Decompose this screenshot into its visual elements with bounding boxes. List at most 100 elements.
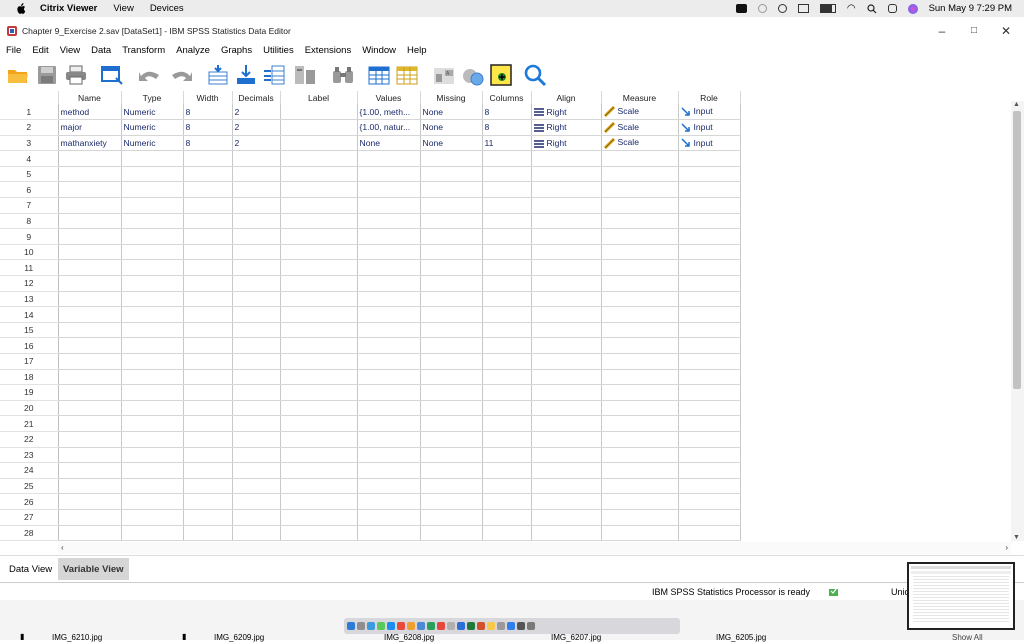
table-row[interactable]: 17 [0, 353, 741, 370]
empty-cell[interactable] [121, 291, 184, 308]
empty-cell[interactable] [531, 181, 602, 199]
scroll-right-icon[interactable]: › [1005, 543, 1008, 552]
scroll-up-icon[interactable]: ▲ [1013, 101, 1020, 108]
empty-cell[interactable] [482, 384, 532, 401]
notes-icon[interactable] [407, 622, 415, 630]
empty-cell[interactable] [183, 259, 233, 277]
cell-width[interactable]: 8 [183, 135, 233, 152]
empty-cell[interactable] [678, 415, 741, 432]
mac-menu-view[interactable]: View [113, 3, 133, 14]
cell-align[interactable]: Right [531, 104, 602, 121]
empty-cell[interactable] [531, 213, 602, 230]
empty-cell[interactable] [678, 478, 741, 495]
select-cases-icon[interactable] [489, 63, 513, 87]
empty-cell[interactable] [280, 181, 358, 199]
empty-cell[interactable] [232, 337, 281, 354]
table-row[interactable]: 19 [0, 384, 741, 401]
table-row[interactable]: 11 [0, 259, 741, 277]
vertical-scroll-thumb[interactable] [1013, 111, 1021, 389]
column-header-columns[interactable]: Columns [482, 91, 532, 104]
empty-cell[interactable] [678, 369, 741, 386]
row-number[interactable]: 3 [0, 135, 59, 152]
empty-cell[interactable] [232, 493, 281, 510]
table-row[interactable]: 16 [0, 337, 741, 354]
goto-case-icon[interactable] [206, 63, 230, 87]
row-number[interactable]: 15 [0, 322, 59, 339]
empty-cell[interactable] [482, 525, 532, 542]
empty-cell[interactable] [601, 525, 679, 542]
empty-cell[interactable] [121, 306, 184, 323]
empty-cell[interactable] [357, 337, 421, 354]
window-preview-thumbnail[interactable] [907, 562, 1015, 630]
empty-cell[interactable] [232, 447, 281, 464]
empty-cell[interactable] [183, 228, 233, 245]
cell-role[interactable]: Input [678, 135, 741, 152]
empty-cell[interactable] [357, 306, 421, 323]
cell-type[interactable]: Numeric [121, 104, 184, 121]
empty-cell[interactable] [531, 431, 602, 448]
cell-measure[interactable]: Scale [601, 135, 679, 152]
empty-cell[interactable] [357, 493, 421, 510]
vertical-scrollbar[interactable]: ▲ ▼ [1011, 101, 1024, 541]
stickies-icon[interactable] [487, 622, 495, 630]
empty-cell[interactable] [58, 322, 122, 339]
column-header-measure[interactable]: Measure [601, 91, 679, 104]
empty-cell[interactable] [420, 275, 483, 292]
empty-cell[interactable] [357, 275, 421, 292]
empty-cell[interactable] [601, 275, 679, 292]
empty-cell[interactable] [121, 275, 184, 292]
cell-columns[interactable]: 8 [482, 119, 532, 136]
empty-cell[interactable] [601, 431, 679, 448]
word-icon[interactable] [457, 622, 465, 630]
row-number[interactable]: 12 [0, 275, 59, 292]
facetime-icon[interactable] [427, 622, 435, 630]
empty-cell[interactable] [280, 384, 358, 401]
cell-missing[interactable]: None [420, 135, 483, 152]
cell-type[interactable]: Numeric [121, 119, 184, 136]
app-store-icon[interactable] [507, 622, 515, 630]
citrix-icon[interactable] [735, 4, 747, 13]
empty-cell[interactable] [420, 150, 483, 167]
cell-role[interactable]: Input [678, 104, 741, 121]
empty-cell[interactable] [280, 462, 358, 479]
empty-cell[interactable] [531, 400, 602, 417]
empty-cell[interactable] [531, 166, 602, 183]
table-row[interactable]: 12 [0, 275, 741, 292]
menu-help[interactable]: Help [407, 45, 427, 56]
empty-cell[interactable] [482, 259, 532, 277]
empty-cell[interactable] [357, 369, 421, 386]
empty-cell[interactable] [121, 150, 184, 167]
empty-cell[interactable] [121, 244, 184, 261]
empty-cell[interactable] [183, 462, 233, 479]
empty-cell[interactable] [531, 150, 602, 167]
empty-cell[interactable] [678, 509, 741, 526]
save-icon[interactable] [36, 63, 58, 87]
table-row[interactable]: 3 mathanxiety Numeric 8 2 None None 11 R… [0, 135, 741, 152]
empty-cell[interactable] [482, 415, 532, 432]
empty-cell[interactable] [357, 462, 421, 479]
empty-cell[interactable] [678, 150, 741, 167]
empty-cell[interactable] [58, 462, 122, 479]
empty-cell[interactable] [280, 447, 358, 464]
empty-cell[interactable] [58, 369, 122, 386]
empty-cell[interactable] [183, 447, 233, 464]
row-number[interactable]: 2 [0, 119, 59, 136]
empty-cell[interactable] [482, 337, 532, 354]
empty-cell[interactable] [357, 213, 421, 230]
insert-cases-icon[interactable] [367, 63, 391, 87]
menu-data[interactable]: Data [91, 45, 111, 56]
table-row[interactable]: 25 [0, 478, 741, 495]
menu-transform[interactable]: Transform [122, 45, 165, 56]
zoom-icon[interactable] [417, 622, 425, 630]
empty-cell[interactable] [232, 478, 281, 495]
empty-cell[interactable] [58, 509, 122, 526]
menu-graphs[interactable]: Graphs [221, 45, 252, 56]
empty-cell[interactable] [183, 353, 233, 370]
tab-variable-view[interactable]: Variable View [58, 558, 129, 580]
table-row[interactable]: 4 [0, 150, 741, 167]
cell-measure[interactable]: Scale [601, 104, 679, 121]
empty-cell[interactable] [601, 259, 679, 277]
empty-cell[interactable] [601, 369, 679, 386]
table-row[interactable]: 7 [0, 197, 741, 214]
empty-cell[interactable] [601, 166, 679, 183]
